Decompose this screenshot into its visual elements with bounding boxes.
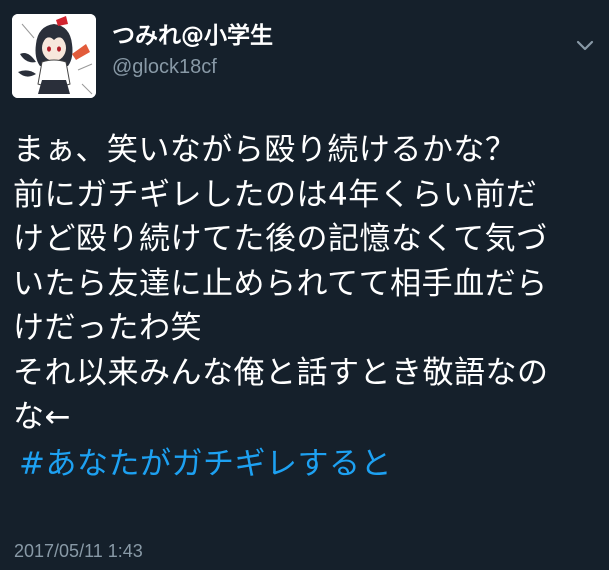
tweet-card: つみれ@小学生 @glock18cf まぁ、笑いながら殴り続けるかな？ 前にガチ… [0,0,609,570]
tweet-text-line: いたら友達に止められてて相手血だら [13,265,548,302]
anime-character-avatar-icon [12,14,96,98]
user-names: つみれ@小学生 @glock18cf [112,22,273,80]
hashtag-link[interactable]: #あなたがガチギレすると [19,442,598,487]
tweet-timestamp[interactable]: 2017/05/11 1:43 [14,540,143,562]
tweet-text-line: な← [13,399,71,435]
user-handle[interactable]: @glock18cf [112,54,273,80]
tweet-header: つみれ@小学生 @glock18cf [12,14,597,98]
tweet-text: まぁ、笑いながら殴り続けるかな？ 前にガチギレしたのは4年くらい前だ けど殴り続… [13,128,598,486]
tweet-text-line: けだったわ笑 [13,310,202,346]
tweet-text-line: けど殴り続けてた後の記憶なくて気づ [13,221,548,257]
tweet-text-line: 前にガチギレしたのは4年くらい前だ [13,176,538,213]
tweet-text-line: それ以来みんな俺と話すとき敬語なの [13,354,549,391]
chevron-down-icon [576,40,594,51]
tweet-menu-button[interactable] [573,34,597,58]
display-name[interactable]: つみれ@小学生 [112,22,273,50]
avatar[interactable] [12,14,96,98]
tweet-text-line: まぁ、笑いながら殴り続けるかな？ [13,132,517,168]
